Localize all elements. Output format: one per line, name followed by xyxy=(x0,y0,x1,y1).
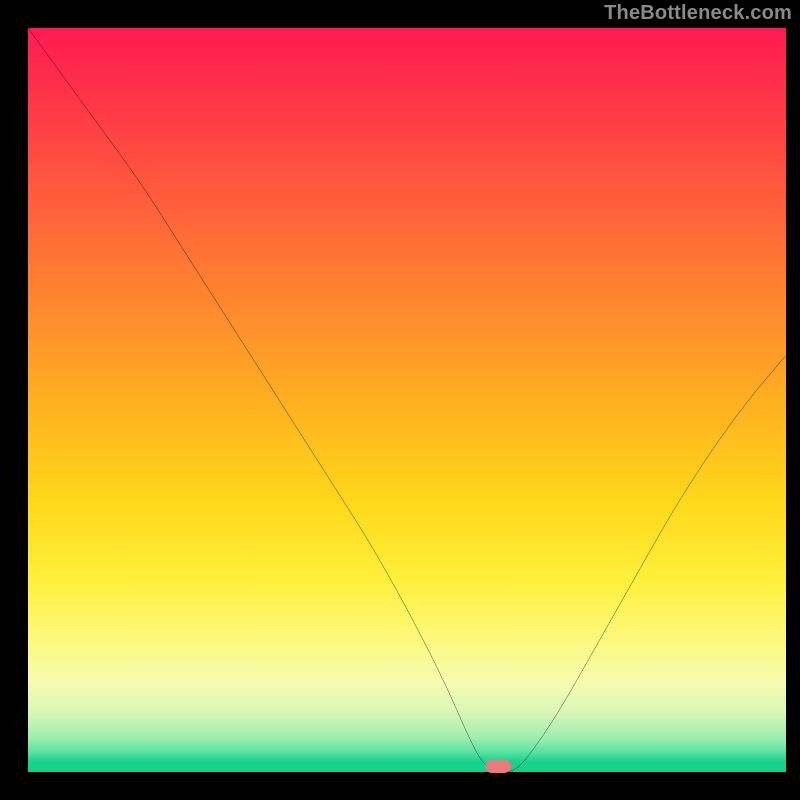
optimal-marker xyxy=(485,759,511,773)
chart-frame: TheBottleneck.com xyxy=(0,0,800,800)
bottleneck-curve xyxy=(28,28,786,772)
plot-area xyxy=(28,28,786,772)
watermark-text: TheBottleneck.com xyxy=(604,2,792,25)
curve-path xyxy=(28,28,786,772)
